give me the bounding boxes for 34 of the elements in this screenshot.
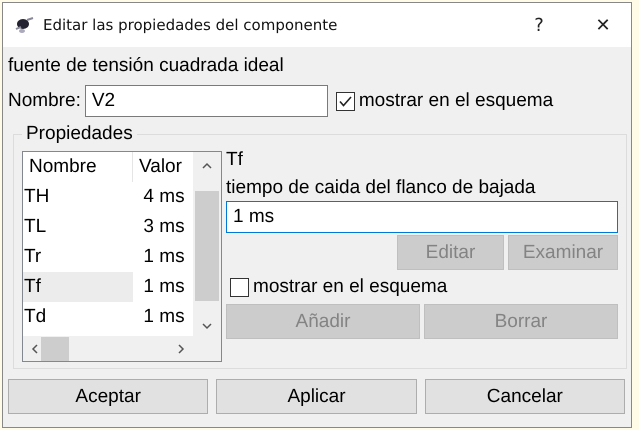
checkbox-label: mostrar en el esquema [358, 90, 554, 112]
checkbox-label: mostrar en el esquema [253, 276, 448, 298]
scrollbar-thumb[interactable] [195, 191, 219, 301]
horizontal-scrollbar[interactable] [23, 336, 221, 361]
help-button[interactable]: ? [511, 3, 567, 47]
component-type-label: fuente de tensión cuadrada ideal [8, 55, 285, 77]
name-label: Nombre: [8, 90, 81, 112]
property-name: Tf [226, 149, 244, 171]
table-cell[interactable]: 3 ms [133, 216, 193, 238]
close-button[interactable]: ✕ [575, 3, 631, 47]
group-title: Propiedades [25, 123, 134, 145]
table-cell[interactable]: Td [23, 302, 133, 332]
table-cell[interactable]: TL [23, 212, 133, 242]
dialog-button[interactable]: Aplicar [216, 379, 417, 414]
check-icon [338, 96, 352, 106]
dialog-button[interactable]: Aceptar [8, 379, 208, 414]
table-cell[interactable]: 4 ms [133, 186, 193, 208]
table-cell[interactable]: Tr [23, 242, 133, 272]
vertical-scrollbar[interactable] [193, 152, 221, 336]
column-header[interactable]: Nombre [23, 152, 133, 182]
table-cell[interactable]: TH [23, 182, 133, 212]
dialog-button[interactable]: Cancelar [424, 379, 625, 414]
checkbox[interactable] [230, 278, 249, 296]
table-cell[interactable]: 1 ms [133, 306, 193, 328]
checkbox[interactable] [336, 92, 355, 110]
table-cell[interactable]: Tf [23, 272, 133, 302]
table-cell[interactable]: 1 ms [133, 276, 193, 298]
property-description: tiempo de caida del flanco de bajada [226, 177, 537, 199]
name-field[interactable]: V2 [84, 85, 328, 117]
bug-icon [13, 15, 35, 35]
window-title: Editar las propiedades del componente [43, 16, 338, 34]
table-cell[interactable]: 1 ms [133, 246, 193, 268]
value-field[interactable]: 1 ms [226, 201, 618, 233]
scrollbar-thumb[interactable] [41, 336, 69, 360]
